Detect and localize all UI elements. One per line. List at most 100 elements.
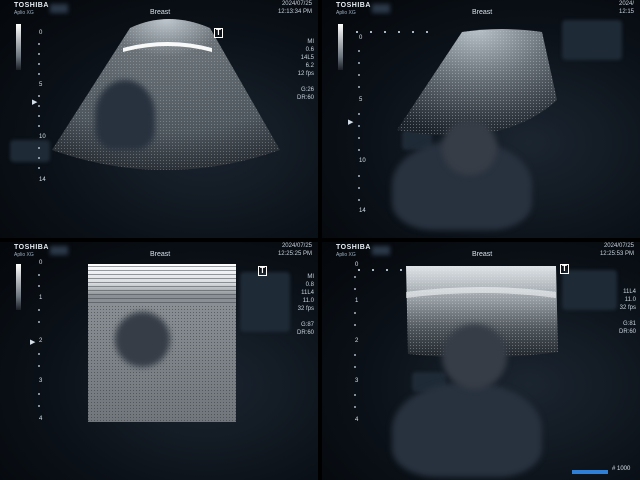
param: G:81 bbox=[622, 321, 636, 327]
depth-label: 4 bbox=[39, 416, 43, 422]
param: 32 fps bbox=[297, 306, 314, 312]
depth-scale: 0 5 10 14 bbox=[354, 25, 384, 225]
depth-scale: 0 1 2 3 4 bbox=[34, 258, 64, 458]
date-label: 2024/07/25 bbox=[281, 243, 312, 249]
reflection bbox=[95, 80, 155, 150]
brand-label: TOSHIBA bbox=[336, 244, 371, 251]
tick bbox=[412, 31, 414, 33]
tick bbox=[358, 113, 360, 115]
tick bbox=[38, 274, 40, 276]
depth-label: 1 bbox=[39, 295, 43, 301]
tick bbox=[354, 324, 356, 326]
tick bbox=[354, 394, 356, 396]
tick bbox=[358, 187, 360, 189]
param: 12 fps bbox=[297, 71, 314, 77]
orientation-marker: T bbox=[214, 28, 223, 38]
depth-label: 0 bbox=[355, 262, 359, 268]
tick bbox=[398, 31, 400, 33]
depth-label: 0 bbox=[39, 30, 43, 36]
patient-name-redacted bbox=[372, 4, 390, 13]
tick bbox=[354, 288, 356, 290]
depth-label: 14 bbox=[359, 208, 366, 214]
tick bbox=[38, 309, 40, 311]
tick bbox=[38, 321, 40, 323]
panel-bottom-left[interactable]: TOSHIBA Aplio XG Breast 2024/07/25 12:25… bbox=[0, 242, 318, 480]
tick bbox=[38, 115, 40, 117]
tick bbox=[358, 199, 360, 201]
param: 0.8 bbox=[305, 282, 314, 288]
depth-label: 10 bbox=[359, 158, 366, 164]
depth-label: 5 bbox=[39, 82, 43, 88]
param: MI bbox=[307, 39, 314, 45]
param: G:87 bbox=[300, 322, 314, 328]
depth-label: 2 bbox=[39, 338, 43, 344]
grayscale-bar bbox=[16, 264, 21, 310]
reflection-body bbox=[392, 382, 542, 477]
preset-label: Breast bbox=[150, 251, 171, 258]
depth-label: 5 bbox=[359, 97, 363, 103]
brand-label: TOSHIBA bbox=[14, 244, 49, 251]
date-label: 2024/07/25 bbox=[281, 1, 312, 7]
tick bbox=[358, 149, 360, 151]
model-label: Aplio XG bbox=[14, 10, 34, 16]
model-label: Aplio XG bbox=[336, 252, 356, 258]
param: 6.2 bbox=[305, 63, 314, 69]
tick bbox=[38, 353, 40, 355]
focus-marker: ▶ bbox=[32, 99, 38, 106]
model-label: Aplio XG bbox=[14, 252, 34, 258]
orientation-marker: T bbox=[258, 266, 267, 276]
tick bbox=[38, 157, 40, 159]
depth-label: 1 bbox=[355, 298, 359, 304]
grayscale-bar bbox=[16, 24, 21, 70]
ultrasound-quad-view: TOSHIBA Aplio XG Breast 2024/07/25 12:13… bbox=[0, 0, 640, 480]
preset-label: Breast bbox=[150, 9, 171, 16]
orientation-marker: T bbox=[560, 264, 569, 274]
grayscale-bar bbox=[338, 24, 343, 70]
depth-scale: 0 1 2 3 4 bbox=[350, 260, 380, 460]
patient-name-redacted bbox=[50, 246, 68, 255]
tick bbox=[38, 125, 40, 127]
tick bbox=[38, 63, 40, 65]
depth-label: 14 bbox=[39, 177, 46, 183]
date-label: 2024/ bbox=[618, 1, 634, 7]
time-label: 12:25:25 PM bbox=[277, 251, 312, 257]
tick bbox=[358, 125, 360, 127]
tick bbox=[354, 366, 356, 368]
tick bbox=[400, 269, 402, 271]
panel-bottom-right[interactable]: TOSHIBA Aplio XG Breast 2024/07/25 12:25… bbox=[322, 242, 640, 480]
depth-label: 3 bbox=[39, 378, 43, 384]
focus-marker: ▶ bbox=[348, 119, 354, 126]
reflection-head bbox=[115, 312, 170, 367]
reflection-head bbox=[442, 120, 497, 175]
time-label: 12:13:34 PM bbox=[277, 9, 312, 15]
param: 32 fps bbox=[619, 305, 636, 311]
panel-top-right[interactable]: TOSHIBA Aplio XG Breast 2024/ 12:15 0 5 … bbox=[322, 0, 640, 238]
depth-label: 0 bbox=[39, 260, 43, 266]
panel-top-left[interactable]: TOSHIBA Aplio XG Breast 2024/07/25 12:13… bbox=[0, 0, 318, 238]
param: 14L5 bbox=[300, 55, 314, 61]
reflection-head bbox=[442, 324, 507, 389]
tick bbox=[358, 86, 360, 88]
preset-label: Breast bbox=[472, 9, 493, 16]
tick bbox=[358, 175, 360, 177]
param: 11L4 bbox=[623, 289, 636, 295]
tick bbox=[354, 312, 356, 314]
tick bbox=[358, 137, 360, 139]
param: 11L4 bbox=[301, 290, 314, 296]
tick bbox=[38, 43, 40, 45]
tick bbox=[38, 147, 40, 149]
patient-name-redacted bbox=[50, 4, 68, 13]
tick bbox=[354, 276, 356, 278]
tick bbox=[38, 53, 40, 55]
time-label: 12:15 bbox=[618, 9, 634, 15]
tick bbox=[358, 74, 360, 76]
brand-label: TOSHIBA bbox=[336, 2, 371, 9]
tick bbox=[38, 167, 40, 169]
tick bbox=[38, 285, 40, 287]
param: 0.6 bbox=[305, 47, 314, 53]
param: G:26 bbox=[300, 87, 314, 93]
depth-label: 10 bbox=[39, 134, 46, 140]
cine-progress-bar[interactable] bbox=[572, 470, 608, 474]
params-list: MI 0.8 11L4 11.0 32 fps G:87 DR:60 bbox=[297, 273, 314, 337]
tick bbox=[426, 31, 428, 33]
